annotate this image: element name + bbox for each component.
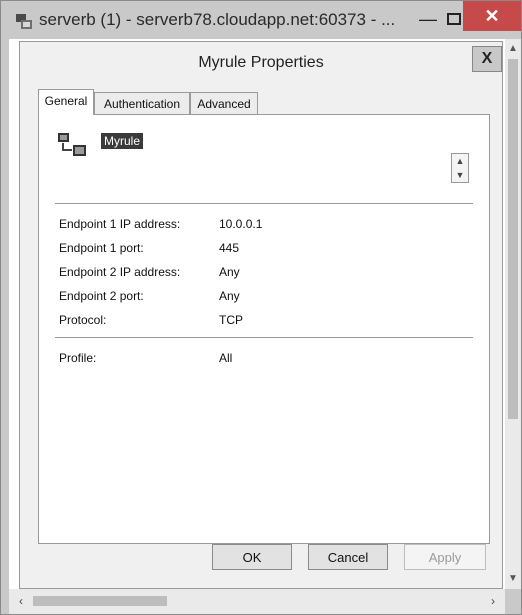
- scroll-right-icon[interactable]: ›: [485, 593, 501, 609]
- remote-desktop-window: serverb (1) - serverb78.cloudapp.net:603…: [0, 0, 522, 615]
- rule-properties-dialog: Myrule Properties X General Authenticati…: [19, 41, 503, 589]
- window-titlebar[interactable]: serverb (1) - serverb78.cloudapp.net:603…: [1, 1, 521, 39]
- tab-authentication[interactable]: Authentication: [94, 92, 190, 114]
- horizontal-scrollbar[interactable]: ‹ ›: [9, 589, 505, 614]
- rule-name-field[interactable]: Myrule: [101, 133, 144, 149]
- endpoint2-ip-value: Any: [219, 265, 240, 279]
- protocol-label: Protocol:: [59, 313, 107, 327]
- spin-up-icon[interactable]: ▲: [452, 154, 468, 168]
- vertical-scroll-thumb[interactable]: [508, 59, 518, 419]
- endpoint1-ip-label: Endpoint 1 IP address:: [59, 217, 181, 231]
- protocol-value: TCP: [219, 313, 243, 327]
- maximize-icon: [447, 13, 461, 25]
- endpoint1-port-value: 445: [219, 241, 240, 255]
- spin-down-icon[interactable]: ▼: [452, 168, 468, 182]
- general-tab-panel: Myrule ▲ ▼ Endpoint 1 IP address: 10.0.0…: [38, 114, 490, 544]
- minimize-button[interactable]: —: [415, 7, 441, 31]
- remote-desktop-icon: [16, 14, 32, 29]
- scroll-up-icon[interactable]: ▲: [505, 41, 521, 57]
- tab-general[interactable]: General: [38, 89, 94, 115]
- endpoint1-ip-value: 10.0.0.1: [219, 217, 263, 231]
- tab-advanced[interactable]: Advanced: [190, 92, 258, 114]
- window-close-button[interactable]: ✕: [463, 1, 521, 31]
- description-scroller[interactable]: ▲ ▼: [451, 153, 469, 183]
- scroll-left-icon[interactable]: ‹: [13, 593, 29, 609]
- dialog-close-button[interactable]: X: [472, 46, 502, 72]
- ok-button[interactable]: OK: [212, 544, 292, 570]
- profile-label: Profile:: [59, 351, 97, 365]
- horizontal-scroll-thumb[interactable]: [33, 596, 167, 606]
- vertical-scrollbar[interactable]: ▲ ▼: [505, 39, 521, 589]
- endpoint2-port-label: Endpoint 2 port:: [59, 289, 144, 303]
- separator: [55, 337, 473, 339]
- minimize-icon: —: [419, 9, 437, 29]
- cancel-button[interactable]: Cancel: [308, 544, 388, 570]
- scroll-down-icon[interactable]: ▼: [505, 571, 521, 587]
- rule-icon: [58, 133, 86, 156]
- dialog-title: Myrule Properties: [198, 54, 324, 71]
- maximize-button[interactable]: [445, 7, 463, 31]
- window-title: serverb (1) - serverb78.cloudapp.net:603…: [39, 10, 396, 29]
- separator: [55, 203, 473, 205]
- apply-button[interactable]: Apply: [404, 544, 486, 570]
- endpoint2-ip-label: Endpoint 2 IP address:: [59, 265, 181, 279]
- profile-value: All: [219, 351, 233, 365]
- endpoint1-port-label: Endpoint 1 port:: [59, 241, 144, 255]
- endpoint2-port-value: Any: [219, 289, 240, 303]
